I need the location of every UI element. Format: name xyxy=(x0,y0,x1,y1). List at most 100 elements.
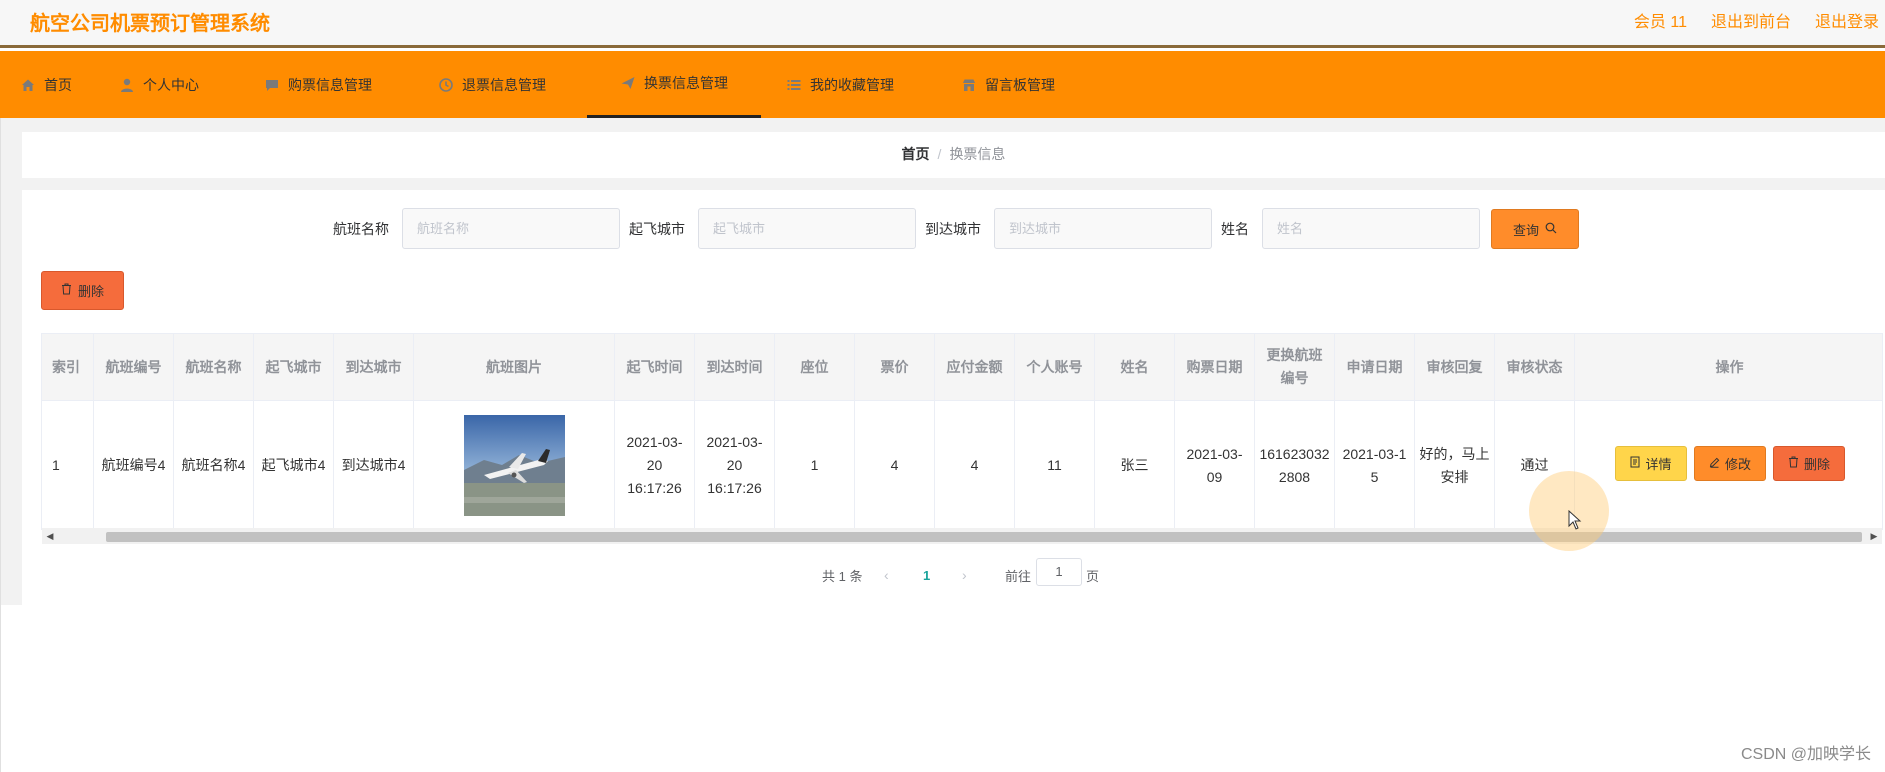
table-header: 索引 航班编号 航班名称 起飞城市 到达城市 航班图片 起飞时间 到达时间 座位… xyxy=(42,334,1882,400)
detail-label: 详情 xyxy=(1645,457,1672,472)
system-title: 航空公司机票预订管理系统 xyxy=(30,13,270,35)
breadcrumb-panel: 首页 / 换票信息 xyxy=(22,132,1885,178)
col-header-review-status: 审核状态 xyxy=(1495,334,1575,400)
col-header-price: 票价 xyxy=(855,334,935,400)
trash-icon xyxy=(1788,456,1799,471)
cell-flight-name: 航班名称4 xyxy=(174,401,254,529)
shop-icon xyxy=(961,77,977,93)
cell-seat: 1 xyxy=(775,401,855,529)
list-icon xyxy=(786,77,802,93)
row-delete-button[interactable]: 删除 xyxy=(1773,446,1845,481)
edit-button[interactable]: 修改 xyxy=(1694,446,1766,481)
pagination-total: 共 1 条 xyxy=(822,568,863,584)
nav-item-refund[interactable]: 退票信息管理 xyxy=(438,51,546,118)
breadcrumb: 首页 / 换票信息 xyxy=(22,144,1885,164)
scroll-left-icon[interactable]: ◀ xyxy=(44,528,56,544)
query-button-label: 查询 xyxy=(1512,222,1539,238)
nav-item-messages[interactable]: 留言板管理 xyxy=(961,51,1055,118)
name-input[interactable] xyxy=(1262,208,1480,249)
mouse-cursor-icon xyxy=(1568,509,1582,535)
nav-item-favorites[interactable]: 我的收藏管理 xyxy=(786,51,894,118)
nav-label: 换票信息管理 xyxy=(644,75,728,91)
nav-item-purchase[interactable]: 购票信息管理 xyxy=(264,51,372,118)
col-header-apply-date: 申请日期 xyxy=(1335,334,1415,400)
cell-price: 4 xyxy=(855,401,935,529)
page-left-border xyxy=(0,118,1,772)
nav-item-exchange[interactable]: 换票信息管理 xyxy=(587,51,761,118)
member-link[interactable]: 会员 11 xyxy=(1634,8,1687,32)
cell-review-reply: 好的，马上安排 xyxy=(1415,401,1495,529)
home-icon xyxy=(20,77,36,93)
watermark: CSDN @加映学长 xyxy=(1740,746,1871,763)
goto-page-input[interactable]: 1 xyxy=(1036,558,1082,586)
search-icon xyxy=(1545,222,1557,237)
cell-account: 11 xyxy=(1015,401,1095,529)
col-header-actions: 操作 xyxy=(1715,358,1744,375)
nav-label: 我的收藏管理 xyxy=(810,76,894,93)
row-delete-label: 删除 xyxy=(1803,457,1830,472)
col-header-arrive-time: 到达时间 xyxy=(695,334,775,400)
content-gutter xyxy=(0,118,1885,132)
nav-label: 退票信息管理 xyxy=(462,76,546,93)
col-header-index: 索引 xyxy=(42,334,94,400)
cell-amount: 4 xyxy=(935,401,1015,529)
breadcrumb-current: 换票信息 xyxy=(949,146,1006,162)
col-header-amount: 应付金额 xyxy=(935,334,1015,400)
cell-arrive-time: 2021-03-20 16:17:26 xyxy=(695,401,775,529)
flight-name-label: 航班名称 xyxy=(333,221,389,237)
cell-index: 1 xyxy=(42,401,94,529)
breadcrumb-separator: / xyxy=(937,146,942,162)
nav-label: 首页 xyxy=(44,76,72,93)
next-page-icon[interactable]: › xyxy=(962,561,967,589)
logout-link[interactable]: 退出登录 xyxy=(1815,8,1879,32)
flight-name-input[interactable] xyxy=(402,208,620,249)
col-header-flight-image: 航班图片 xyxy=(414,334,615,400)
to-city-input[interactable] xyxy=(994,208,1212,249)
nav-item-personal[interactable]: 个人中心 xyxy=(119,51,199,118)
scroll-right-icon[interactable]: ▶ xyxy=(1868,528,1880,544)
col-header-account: 个人账号 xyxy=(1015,334,1095,400)
col-header-depart-time: 起飞时间 xyxy=(615,334,695,400)
chat-icon xyxy=(264,77,280,93)
cell-apply-date: 2021-03-15 xyxy=(1335,401,1415,529)
top-header: 航空公司机票预订管理系统 会员 11 退出到前台 退出登录 xyxy=(0,0,1885,48)
to-city-label: 到达城市 xyxy=(925,221,981,237)
batch-delete-label: 删除 xyxy=(77,284,104,299)
trash-icon xyxy=(61,283,72,298)
col-header-name: 姓名 xyxy=(1095,334,1175,400)
header-links: 会员 11 退出到前台 退出登录 xyxy=(1634,8,1879,32)
nav-label: 个人中心 xyxy=(143,76,199,93)
plane-icon xyxy=(620,75,636,91)
edit-label: 修改 xyxy=(1724,457,1751,472)
main-nav: 首页 个人中心 购票信息管理 退票信息管理 换票信息管理 我的收藏管理 留言板管… xyxy=(0,51,1885,118)
nav-item-home[interactable]: 首页 xyxy=(20,51,72,118)
goto-suffix: 页 xyxy=(1086,568,1100,584)
flight-photo[interactable] xyxy=(463,415,565,516)
back-to-front-link[interactable]: 退出到前台 xyxy=(1711,8,1791,32)
from-city-label: 起飞城市 xyxy=(629,221,685,237)
cell-depart-time: 2021-03-20 16:17:26 xyxy=(615,401,695,529)
page-number-current[interactable]: 1 xyxy=(923,561,930,589)
cell-flight-no: 航班编号4 xyxy=(94,401,174,529)
from-city-input[interactable] xyxy=(698,208,916,249)
nav-label: 留言板管理 xyxy=(985,76,1055,93)
content-gutter-mid xyxy=(0,178,1885,190)
name-label: 姓名 xyxy=(1221,221,1249,237)
cell-name: 张三 xyxy=(1095,401,1175,529)
query-button[interactable]: 查询 xyxy=(1491,209,1579,249)
detail-button[interactable]: 详情 xyxy=(1615,446,1687,481)
table-horizontal-scrollbar[interactable]: ◀ ▶ xyxy=(42,528,1882,544)
col-header-review-reply: 审核回复 xyxy=(1415,334,1495,400)
col-header-from-city: 起飞城市 xyxy=(254,334,334,400)
cell-to-city: 到达城市4 xyxy=(334,401,414,529)
prev-page-icon[interactable]: ‹ xyxy=(884,561,889,589)
breadcrumb-home[interactable]: 首页 xyxy=(902,146,930,162)
pencil-icon xyxy=(1709,456,1720,471)
goto-prefix: 前往 xyxy=(1005,568,1032,584)
cell-flight-image xyxy=(414,401,615,529)
batch-delete-button[interactable]: 删除 xyxy=(41,271,124,310)
cell-purchase-date: 2021-03-09 xyxy=(1175,401,1255,529)
col-header-to-city: 到达城市 xyxy=(334,334,414,400)
col-header-purchase-date: 购票日期 xyxy=(1175,334,1255,400)
user-icon xyxy=(119,77,135,93)
